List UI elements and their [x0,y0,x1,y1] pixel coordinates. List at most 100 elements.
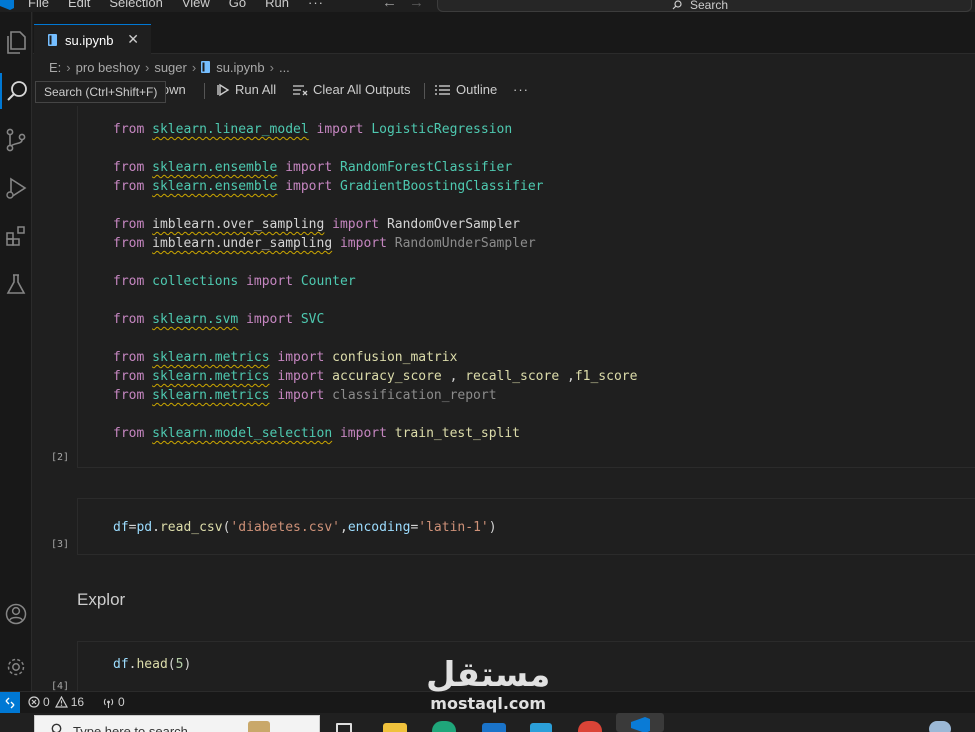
remote-indicator[interactable] [0,692,20,714]
explorer-button[interactable] [0,24,32,60]
notebook-file-icon [201,61,211,73]
menu-run[interactable]: Run [265,0,299,10]
chrome-browser-icon[interactable] [578,721,602,732]
execution-count-2: [2] [51,452,70,463]
error-count: 0 [43,695,50,709]
breadcrumb-drive[interactable]: E: [49,60,61,75]
list-icon [435,84,450,95]
outline-button[interactable]: Outline [435,82,497,97]
notebook-editor: from sklearn.linear_model import Logisti… [33,106,975,691]
menu-selection[interactable]: Selection [109,0,172,10]
taskbar-search[interactable]: Type here to search [34,715,320,732]
error-icon [28,696,40,708]
run-all-label: Run All [235,82,277,97]
run-icon [217,83,230,96]
outline-label: Outline [456,82,498,97]
problems-indicator[interactable]: 0 16 [28,695,84,709]
account-icon [5,603,27,625]
watermark-arabic-text: مستقل [426,655,551,695]
taskbar-search-placeholder: Type here to search [73,724,188,732]
menu-file[interactable]: File [28,0,59,10]
file-explorer-icon[interactable] [383,723,407,732]
more-actions-button[interactable]: ··· [513,82,529,97]
task-view-icon[interactable] [336,723,352,732]
warning-icon [54,696,68,708]
source-control-button[interactable] [0,122,32,158]
search-icon [672,0,682,10]
close-icon[interactable]: ✕ [127,31,139,48]
mail-icon[interactable] [482,723,506,732]
notebook-toolbar: lown Run All Clear All Outputs Outline ·… [33,78,975,104]
extensions-button[interactable] [0,218,32,254]
execution-count-3: [3] [51,539,70,550]
vscode-logo-icon [0,0,14,10]
search-view-button[interactable] [0,73,32,109]
extensions-icon [6,226,25,246]
chevron-right-icon: › [269,59,274,75]
windows-taskbar: Type here to search [0,713,975,732]
editor-tabs: su.ipynb ✕ [33,12,975,55]
mostaql-watermark: مستقل mostaql.com [426,658,550,713]
forward-arrow-icon[interactable]: → [409,0,424,11]
breadcrumb: E: › pro beshoy › suger › su.ipynb › ... [49,58,290,76]
menu-more[interactable]: ··· [308,0,334,10]
menu-view[interactable]: View [182,0,220,10]
chevron-right-icon: › [144,59,150,75]
testing-button[interactable] [0,266,32,302]
run-all-button[interactable]: Run All [216,82,276,97]
warning-count: 16 [70,695,85,709]
files-icon [7,31,26,54]
back-arrow-icon[interactable]: ← [382,0,397,11]
run-debug-icon [6,177,27,199]
notebook-file-icon [48,34,57,46]
ports-count: 0 [118,695,125,709]
taskbar-app-widget-icon[interactable] [248,721,270,732]
menu-bar: File Edit Selection View Go Run ··· [28,0,343,10]
weather-icon[interactable] [929,721,951,732]
flask-icon [6,274,26,294]
code-cell-4-source[interactable]: df.head(5) [113,655,191,674]
search-icon [7,81,27,101]
breadcrumb-more[interactable]: ... [279,60,290,75]
title-bar: File Edit Selection View Go Run ··· ← → S… [0,0,975,12]
command-center-search[interactable]: Search [437,0,972,12]
tab-label: su.ipynb [65,32,114,48]
broadcast-icon [103,698,114,708]
nav-arrows: ← → [382,0,436,11]
search-tooltip: Search (Ctrl+Shift+F) [35,81,167,103]
breadcrumb-folder-pro-beshoy[interactable]: pro beshoy [76,60,140,75]
breadcrumb-file[interactable]: su.ipynb [216,60,264,75]
edge-browser-icon[interactable] [432,721,456,732]
code-cell-3-source[interactable]: df=pd.read_csv('diabetes.csv',encoding='… [113,518,497,537]
store-icon[interactable] [530,723,552,732]
clear-all-outputs-button[interactable]: Clear All Outputs [292,82,411,97]
run-debug-button[interactable] [0,170,32,206]
menu-go[interactable]: Go [229,0,256,10]
search-icon [51,723,62,732]
markdown-cell-explor[interactable]: Explor [77,590,125,610]
watermark-latin-text: mostaql.com [430,694,547,713]
gear-icon [7,658,25,676]
execution-count-4: [4] [51,681,70,691]
chevron-right-icon: › [191,59,197,75]
chevron-right-icon: › [66,59,71,75]
toolbar-divider [204,83,205,99]
source-control-icon [6,128,26,152]
tab-su-ipynb[interactable]: su.ipynb ✕ [34,24,151,55]
toolbar-divider [424,83,425,99]
accounts-button[interactable] [0,596,32,632]
remote-icon [5,697,15,709]
activity-bar [0,12,32,691]
ports-indicator[interactable]: 0 [102,695,125,709]
code-cell-2[interactable]: from sklearn.linear_model import Logisti… [77,106,975,468]
vscode-logo-icon [631,717,650,732]
search-label: Search [690,0,729,12]
clear-all-outputs-label: Clear All Outputs [313,82,411,97]
menu-edit[interactable]: Edit [68,0,100,10]
clear-outputs-icon [293,84,308,95]
breadcrumb-folder-suger[interactable]: suger [154,60,187,75]
code-cell-3[interactable]: df=pd.read_csv('diabetes.csv',encoding='… [77,498,975,555]
settings-button[interactable] [0,649,32,685]
vscode-taskbar-button[interactable] [616,713,664,732]
code-cell-2-source[interactable]: from sklearn.linear_model import Logisti… [113,120,637,443]
